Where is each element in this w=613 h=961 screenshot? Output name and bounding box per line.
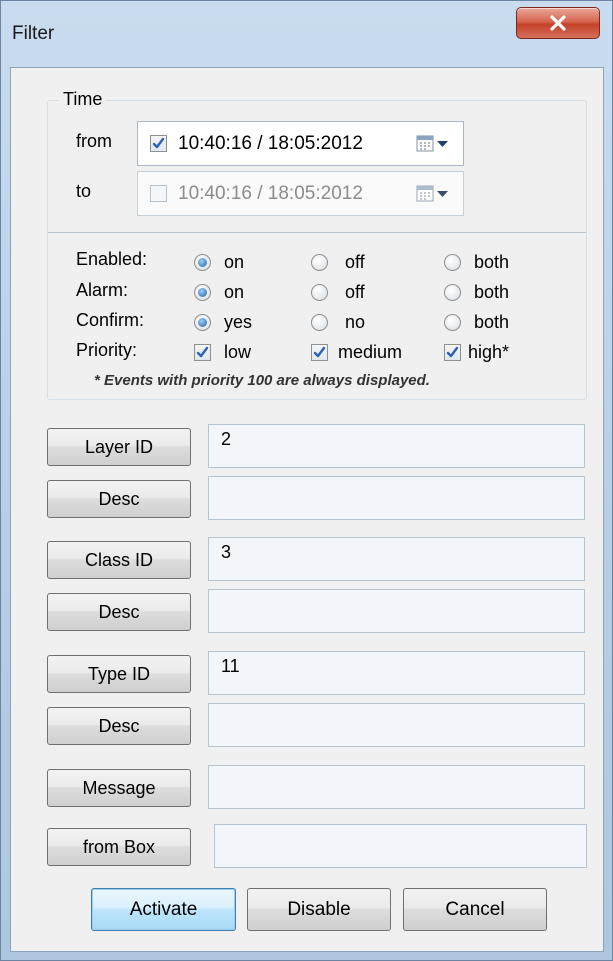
dialog-content: Time from 10:40:16 / 18:05:2012 to 10:40… <box>10 67 604 952</box>
title-bar[interactable]: Filter <box>1 1 612 67</box>
priority-low-checkbox[interactable] <box>194 344 211 361</box>
type-desc-field[interactable] <box>208 703 585 747</box>
enabled-both-radio[interactable] <box>444 254 461 271</box>
class-desc-button[interactable]: Desc <box>47 593 191 631</box>
enabled-label: Enabled: <box>76 249 148 269</box>
priority-low-label[interactable]: low <box>224 342 251 363</box>
to-datetime-value[interactable]: 10:40:16 / 18:05:2012 <box>178 183 363 205</box>
close-button[interactable] <box>516 7 600 39</box>
close-x-icon <box>549 15 567 31</box>
layer-id-button[interactable]: Layer ID <box>47 428 191 466</box>
enabled-off-radio[interactable] <box>311 254 328 271</box>
confirm-both-radio[interactable] <box>444 314 461 331</box>
alarm-on-label[interactable]: on <box>224 282 244 303</box>
time-group-label: Time <box>59 89 107 110</box>
enabled-both-label[interactable]: both <box>474 252 509 273</box>
alarm-label: Alarm: <box>76 280 129 300</box>
type-id-field[interactable]: 11 <box>208 651 585 695</box>
enabled-off-label[interactable]: off <box>345 252 365 273</box>
priority-label: Priority: <box>76 340 138 360</box>
enabled-on-radio[interactable] <box>194 254 211 271</box>
group-divider <box>48 232 586 233</box>
calendar-dropdown-icon[interactable] <box>416 184 450 204</box>
message-field[interactable] <box>208 765 585 809</box>
to-label: to <box>76 181 92 201</box>
activate-button[interactable]: Activate <box>91 888 236 931</box>
from-enable-checkbox[interactable] <box>150 135 167 152</box>
cancel-button[interactable]: Cancel <box>403 888 547 931</box>
priority-high-label[interactable]: high* <box>468 342 509 363</box>
alarm-on-radio[interactable] <box>194 284 211 301</box>
confirm-yes-radio[interactable] <box>194 314 211 331</box>
priority-high-checkbox[interactable] <box>444 344 461 361</box>
from-box-button[interactable]: from Box <box>47 828 191 866</box>
priority-medium-checkbox[interactable] <box>311 344 328 361</box>
alarm-off-radio[interactable] <box>311 284 328 301</box>
to-datetime-picker[interactable]: 10:40:16 / 18:05:2012 <box>137 171 464 216</box>
alarm-off-label[interactable]: off <box>345 282 365 303</box>
layer-desc-button[interactable]: Desc <box>47 480 191 518</box>
confirm-both-label[interactable]: both <box>474 312 509 333</box>
enabled-on-label[interactable]: on <box>224 252 244 273</box>
from-datetime-picker[interactable]: 10:40:16 / 18:05:2012 <box>137 121 464 166</box>
layer-id-field[interactable]: 2 <box>208 424 585 468</box>
class-id-button[interactable]: Class ID <box>47 541 191 579</box>
message-button[interactable]: Message <box>47 769 191 807</box>
type-desc-button[interactable]: Desc <box>47 707 191 745</box>
dialog-window: Filter Time from 10:40:16 / 18:05:2012 t… <box>0 0 613 961</box>
class-id-field[interactable]: 3 <box>208 537 585 581</box>
to-enable-checkbox[interactable] <box>150 185 167 202</box>
alarm-both-radio[interactable] <box>444 284 461 301</box>
from-datetime-value[interactable]: 10:40:16 / 18:05:2012 <box>178 133 363 155</box>
type-id-button[interactable]: Type ID <box>47 655 191 693</box>
priority-medium-label[interactable]: medium <box>338 342 402 363</box>
confirm-no-radio[interactable] <box>311 314 328 331</box>
from-box-field[interactable] <box>214 824 587 868</box>
disable-button[interactable]: Disable <box>247 888 391 931</box>
alarm-both-label[interactable]: both <box>474 282 509 303</box>
confirm-yes-label[interactable]: yes <box>224 312 252 333</box>
window-title: Filter <box>12 23 55 44</box>
layer-desc-field[interactable] <box>208 476 585 520</box>
from-label: from <box>76 131 112 151</box>
priority-note: * Events with priority 100 are always di… <box>94 372 430 389</box>
calendar-dropdown-icon[interactable] <box>416 134 450 154</box>
time-options-group: Time from 10:40:16 / 18:05:2012 to 10:40… <box>47 89 587 400</box>
confirm-no-label[interactable]: no <box>345 312 365 333</box>
confirm-label: Confirm: <box>76 310 145 330</box>
class-desc-field[interactable] <box>208 589 585 633</box>
